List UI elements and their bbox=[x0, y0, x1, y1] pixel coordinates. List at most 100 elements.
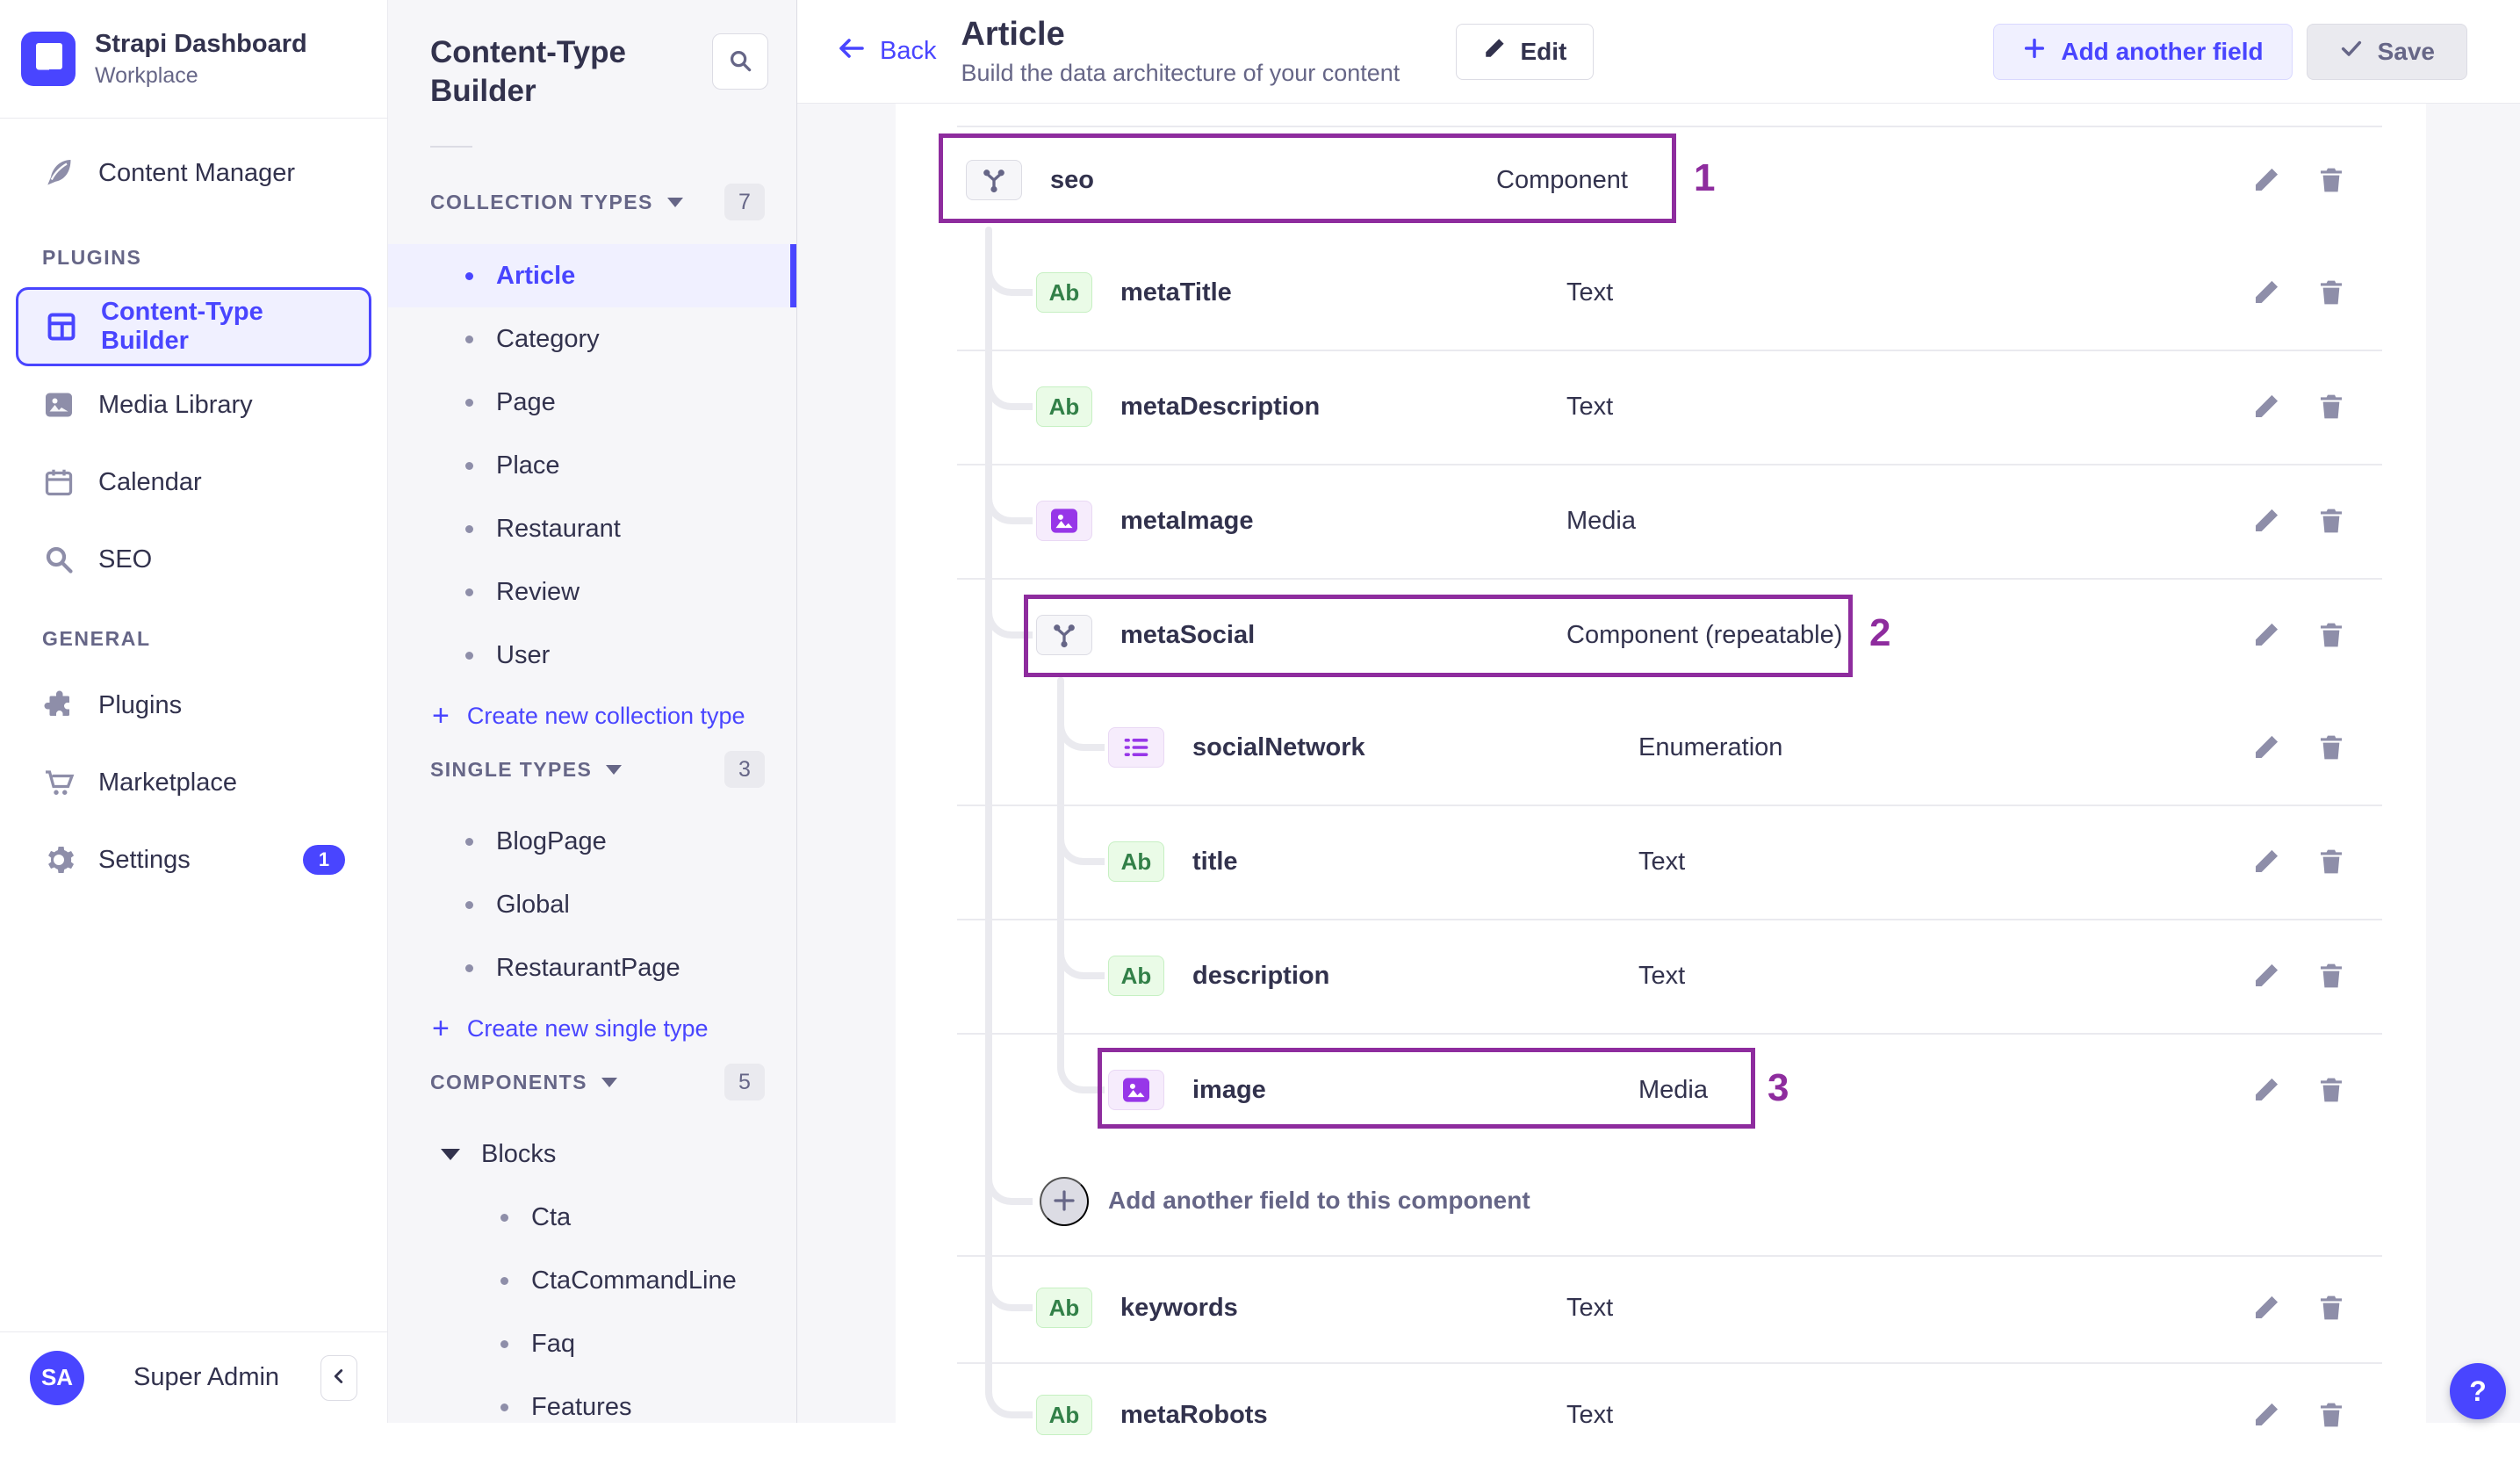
components-count-badge: 5 bbox=[724, 1064, 765, 1100]
delete-field-button[interactable] bbox=[2316, 732, 2346, 762]
delete-field-button[interactable] bbox=[2316, 1075, 2346, 1105]
delete-field-button[interactable] bbox=[2316, 278, 2346, 307]
collapse-sidebar-button[interactable] bbox=[320, 1354, 357, 1401]
bullet-icon bbox=[465, 900, 473, 909]
field-row-metatitle: Ab metaTitle Text bbox=[896, 235, 2426, 350]
sidebar-item-label: SEO bbox=[98, 545, 153, 574]
add-component-field-button[interactable] bbox=[1040, 1177, 1089, 1226]
sidebar-item-calendar[interactable]: Calendar bbox=[16, 444, 371, 521]
text-field-icon: Ab bbox=[1036, 1288, 1092, 1328]
field-type: Text bbox=[1566, 1293, 1614, 1322]
subnav-item-label: Article bbox=[496, 261, 576, 290]
field-row-keywords: Ab keywords Text bbox=[896, 1251, 2426, 1365]
subnav-item-restaurant[interactable]: Restaurant bbox=[388, 497, 796, 560]
single-types-section[interactable]: SINGLE TYPES 3 bbox=[388, 750, 796, 789]
subnav-item-faq[interactable]: Faq bbox=[388, 1312, 796, 1375]
subnav-item-page[interactable]: Page bbox=[388, 371, 796, 434]
bullet-icon bbox=[500, 1213, 508, 1222]
sidebar-item-plugins[interactable]: Plugins bbox=[16, 667, 371, 744]
feather-icon bbox=[42, 156, 76, 190]
sidebar-item-seo[interactable]: SEO bbox=[16, 521, 371, 598]
delete-field-button[interactable] bbox=[2316, 961, 2346, 991]
create-single-type-link[interactable]: + Create new single type bbox=[388, 999, 796, 1057]
bullet-icon bbox=[465, 398, 473, 407]
text-field-icon: Ab bbox=[1036, 386, 1092, 427]
delete-field-button[interactable] bbox=[2316, 1293, 2346, 1323]
sidebar-item-content-type-builder[interactable]: Content-Type Builder bbox=[16, 287, 371, 366]
add-component-field-label[interactable]: Add another field to this component bbox=[1108, 1187, 1530, 1215]
field-type: Text bbox=[1566, 278, 1614, 307]
subnav-item-global[interactable]: Global bbox=[388, 873, 796, 936]
edit-field-button[interactable] bbox=[2251, 732, 2281, 762]
sidebar-item-label: Settings bbox=[98, 845, 191, 874]
delete-field-button[interactable] bbox=[2316, 620, 2346, 650]
chevron-down-icon bbox=[441, 1148, 460, 1160]
field-name: metaRobots bbox=[1120, 1400, 1268, 1429]
annotation-number-3: 3 bbox=[1768, 1066, 1789, 1109]
subnav-item-article[interactable]: Article bbox=[388, 244, 796, 307]
subnav-item-restaurantpage[interactable]: RestaurantPage bbox=[388, 936, 796, 999]
create-link-label: Create new collection type bbox=[466, 702, 745, 729]
component-group-label: Blocks bbox=[481, 1139, 557, 1168]
edit-field-button[interactable] bbox=[2251, 620, 2281, 650]
subnav-item-label: Cta bbox=[531, 1202, 572, 1231]
image-icon bbox=[42, 388, 76, 422]
edit-field-button[interactable] bbox=[2251, 165, 2281, 195]
edit-field-button[interactable] bbox=[2251, 961, 2281, 991]
bullet-icon bbox=[500, 1339, 508, 1348]
subnav-item-category[interactable]: Category bbox=[388, 307, 796, 371]
delete-field-button[interactable] bbox=[2316, 392, 2346, 422]
save-button[interactable]: Save bbox=[2306, 23, 2467, 80]
edit-field-button[interactable] bbox=[2251, 1400, 2281, 1430]
search-button[interactable] bbox=[712, 33, 768, 90]
delete-field-button[interactable] bbox=[2316, 506, 2346, 536]
sidebar-item-settings[interactable]: Settings 1 bbox=[16, 821, 371, 898]
subnav-item-ctacommandline[interactable]: CtaCommandLine bbox=[388, 1249, 796, 1312]
subnav-item-label: Review bbox=[496, 577, 580, 606]
edit-button[interactable]: Edit bbox=[1456, 23, 1595, 80]
component-group-blocks[interactable]: Blocks bbox=[388, 1122, 796, 1186]
save-label: Save bbox=[2377, 37, 2435, 65]
subnav-item-label: Faq bbox=[531, 1329, 575, 1358]
edit-field-button[interactable] bbox=[2251, 392, 2281, 422]
field-type: Text bbox=[1638, 847, 1686, 876]
delete-field-button[interactable] bbox=[2316, 847, 2346, 877]
components-section[interactable]: COMPONENTS 5 bbox=[388, 1063, 796, 1101]
add-another-field-button[interactable]: Add another field bbox=[1993, 23, 2293, 80]
subnav-item-cta[interactable]: Cta bbox=[388, 1186, 796, 1249]
subnav-item-label: CtaCommandLine bbox=[531, 1266, 737, 1295]
subnav-item-label: Place bbox=[496, 451, 560, 480]
sidebar-item-media-library[interactable]: Media Library bbox=[16, 366, 371, 444]
calendar-icon bbox=[42, 465, 76, 499]
fields-card: seo Component Ab metaTitle Text Ab metaD… bbox=[896, 104, 2426, 1435]
edit-field-button[interactable] bbox=[2251, 847, 2281, 877]
field-type: Text bbox=[1566, 1400, 1614, 1429]
sidebar-item-marketplace[interactable]: Marketplace bbox=[16, 744, 371, 821]
back-link[interactable]: Back bbox=[836, 32, 936, 71]
edit-field-button[interactable] bbox=[2251, 506, 2281, 536]
workspace-name: Workplace bbox=[95, 62, 198, 88]
subnav-item-place[interactable]: Place bbox=[388, 434, 796, 497]
sidebar-item-content-manager[interactable]: Content Manager bbox=[16, 134, 371, 212]
field-type: Media bbox=[1566, 506, 1636, 535]
help-button[interactable]: ? bbox=[2450, 1363, 2506, 1419]
delete-field-button[interactable] bbox=[2316, 1400, 2346, 1430]
subnav-item-review[interactable]: Review bbox=[388, 560, 796, 624]
bullet-icon bbox=[465, 461, 473, 470]
subnav-item-features[interactable]: Features bbox=[388, 1375, 796, 1423]
main-sidebar: Strapi Dashboard Workplace Content Manag… bbox=[0, 0, 388, 1423]
delete-field-button[interactable] bbox=[2316, 165, 2346, 195]
plus-icon bbox=[1051, 1187, 1077, 1216]
general-section-header: GENERAL bbox=[42, 627, 151, 650]
edit-field-button[interactable] bbox=[2251, 1075, 2281, 1105]
subnav-item-user[interactable]: User bbox=[388, 624, 796, 687]
collection-types-section[interactable]: COLLECTION TYPES 7 bbox=[388, 183, 796, 221]
create-collection-type-link[interactable]: + Create new collection type bbox=[388, 687, 796, 745]
gear-icon bbox=[42, 843, 76, 877]
text-field-icon: Ab bbox=[1108, 841, 1164, 882]
subnav-item-label: RestaurantPage bbox=[496, 953, 680, 982]
sidebar-item-label: Media Library bbox=[98, 390, 253, 419]
subnav-item-blogpage[interactable]: BlogPage bbox=[388, 810, 796, 873]
edit-field-button[interactable] bbox=[2251, 1293, 2281, 1323]
edit-field-button[interactable] bbox=[2251, 278, 2281, 307]
